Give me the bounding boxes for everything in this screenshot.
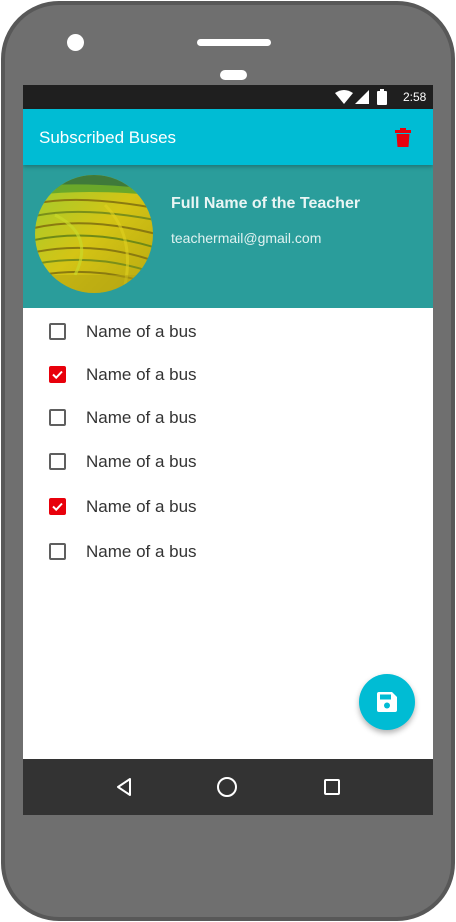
bus-checkbox[interactable] <box>49 323 66 340</box>
checkmark-icon <box>52 370 63 380</box>
bus-name: Name of a bus <box>86 365 197 384</box>
list-item[interactable]: Name of a bus <box>23 354 433 394</box>
bus-checkbox[interactable] <box>49 498 66 515</box>
bus-checkbox[interactable] <box>49 543 66 560</box>
trash-icon <box>395 127 411 147</box>
checkmark-icon <box>52 502 63 512</box>
list-item[interactable]: Name of a bus <box>23 397 433 437</box>
bus-checkbox[interactable] <box>49 366 66 383</box>
teacher-email: teachermail@gmail.com <box>171 230 322 246</box>
battery-icon <box>377 89 387 105</box>
teacher-name: Full Name of the Teacher <box>171 195 361 212</box>
bus-name: Name of a bus <box>86 497 197 516</box>
home-icon[interactable] <box>216 776 238 798</box>
delete-button[interactable] <box>389 123 417 151</box>
profile-header: Full Name of the Teacher teachermail@gma… <box>23 165 433 308</box>
bus-name: Name of a bus <box>86 322 197 341</box>
list-item[interactable]: Name of a bus <box>23 486 433 526</box>
bus-name: Name of a bus <box>86 452 197 471</box>
page-title: Subscribed Buses <box>39 128 177 147</box>
app-bar: Subscribed Buses <box>23 109 433 165</box>
front-camera <box>67 34 84 51</box>
signal-icon <box>355 90 369 104</box>
bus-name: Name of a bus <box>86 408 197 427</box>
status-bar: 2:58 <box>23 85 433 109</box>
wifi-icon <box>335 90 353 104</box>
bus-checkbox[interactable] <box>49 409 66 426</box>
bus-checkbox[interactable] <box>49 453 66 470</box>
list-item[interactable]: Name of a bus <box>23 441 433 481</box>
status-clock: 2:58 <box>403 90 427 104</box>
save-icon <box>377 692 397 712</box>
earpiece-speaker <box>197 39 271 46</box>
list-item[interactable]: Name of a bus <box>23 311 433 351</box>
avatar <box>35 175 153 293</box>
save-button[interactable] <box>359 674 415 730</box>
proximity-sensor <box>220 70 247 80</box>
back-icon[interactable] <box>113 776 135 798</box>
bus-name: Name of a bus <box>86 542 197 561</box>
recents-icon[interactable] <box>321 776 343 798</box>
navigation-bar <box>23 759 433 815</box>
phone-screen: 2:58 Subscribed Buses Full Name of the T… <box>23 85 433 815</box>
list-item[interactable]: Name of a bus <box>23 531 433 571</box>
